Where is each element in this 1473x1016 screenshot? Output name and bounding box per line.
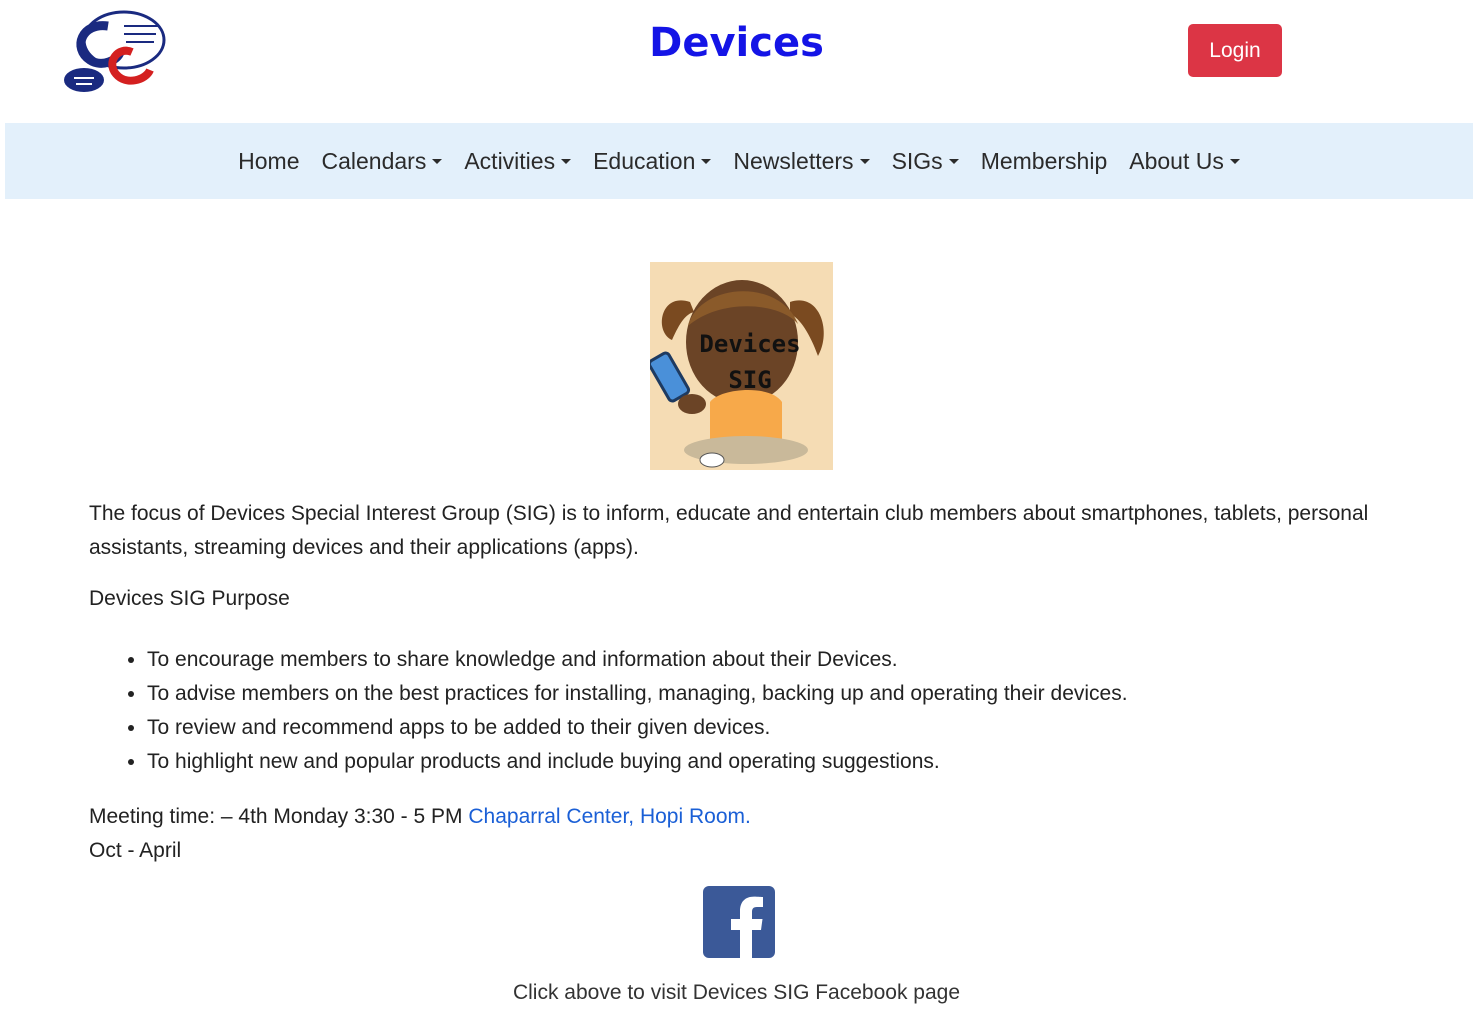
intro-paragraph: The focus of Devices Special Interest Gr… — [89, 502, 1369, 559]
caret-down-icon — [701, 158, 712, 164]
image-caption-line2: SIG — [728, 366, 771, 394]
devices-sig-image: Devices SIG — [650, 262, 833, 470]
nav-item-label: Home — [238, 147, 300, 174]
list-item: To advise members on the best practices … — [147, 677, 1128, 711]
nav-item-education[interactable]: Education — [593, 147, 712, 175]
nav-item-home[interactable]: Home — [238, 148, 299, 175]
caret-down-icon — [1229, 158, 1240, 164]
site-header: Devices Login — [0, 0, 1473, 120]
nav-item-activities[interactable]: Activities — [464, 147, 572, 175]
nav-item-label: Membership — [980, 147, 1108, 174]
meeting-time: Meeting time: – 4th Monday 3:30 - 5 PM — [89, 805, 469, 828]
facebook-caption: Click above to visit Devices SIG Faceboo… — [512, 981, 961, 1004]
page: Devices Login Home Calendars Activities … — [0, 0, 1473, 1016]
purpose-list: To encourage members to share knowledge … — [89, 643, 1128, 779]
image-caption-line1: Devices — [699, 330, 800, 358]
nav-item-label: About Us — [1129, 147, 1224, 174]
caret-down-icon — [859, 158, 870, 164]
meeting-season: Oct - April — [89, 839, 182, 862]
list-item: To review and recommend apps to be added… — [147, 711, 1128, 745]
main-navbar: Home Calendars Activities Education News… — [5, 123, 1473, 199]
nav-item-sigs[interactable]: SIGs — [892, 148, 959, 175]
meeting-info: Meeting time: – 4th Monday 3:30 - 5 PM C… — [89, 800, 751, 868]
meeting-location-link[interactable]: Chaparral Center, Hopi Room. — [468, 805, 750, 828]
facebook-link[interactable] — [703, 886, 775, 958]
nav-item-membership[interactable]: Membership — [981, 148, 1108, 175]
nav-item-about-us[interactable]: About Us — [1129, 148, 1240, 175]
caret-down-icon — [948, 158, 959, 164]
nav-item-label: Activities — [464, 147, 556, 174]
nav-item-label: Calendars — [321, 147, 427, 174]
nav-item-newsletters[interactable]: Newsletters — [733, 147, 870, 175]
caret-down-icon — [432, 158, 443, 164]
purpose-heading: Devices SIG Purpose — [89, 587, 290, 610]
list-item: To encourage members to share knowledge … — [147, 643, 1128, 677]
nav-item-label: Education — [593, 147, 696, 174]
nav-item-calendars[interactable]: Calendars — [322, 148, 443, 175]
nav-item-label: SIGs — [891, 147, 943, 174]
login-button[interactable]: Login — [1188, 24, 1282, 77]
facebook-icon — [703, 886, 775, 958]
list-item: To highlight new and popular products an… — [147, 745, 1128, 779]
caret-down-icon — [561, 158, 572, 164]
nav-item-label: Newsletters — [733, 147, 854, 174]
